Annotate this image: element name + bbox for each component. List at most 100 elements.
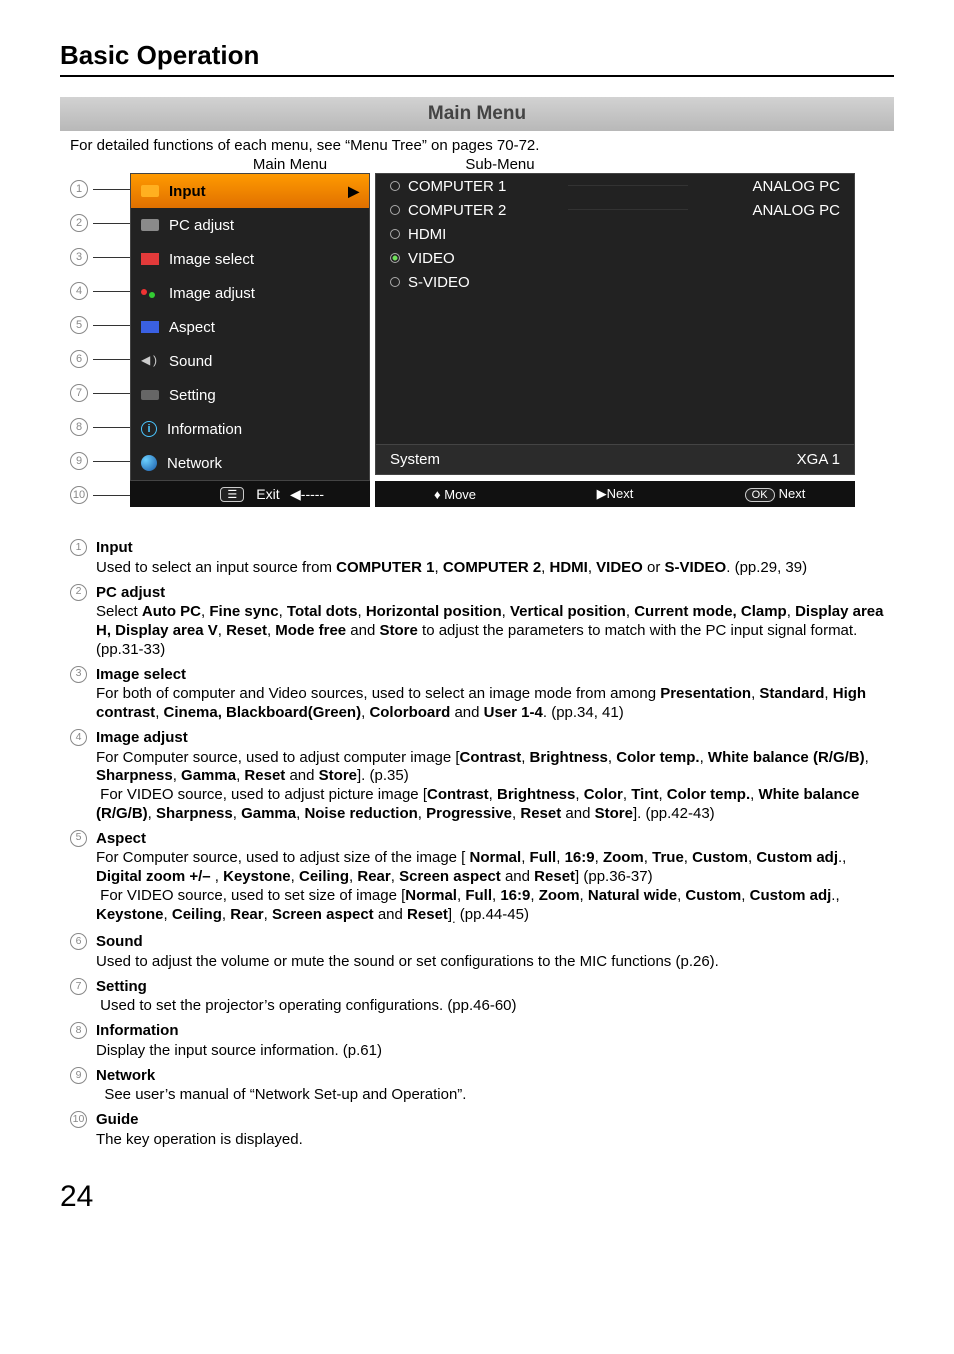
desc-title: Input bbox=[96, 539, 807, 558]
adj-icon bbox=[141, 286, 159, 300]
sub-menu-item-s-video[interactable]: S-VIDEO bbox=[376, 270, 854, 294]
main-menu-item-sound[interactable]: Sound bbox=[131, 344, 369, 378]
guide-row: ♦ Move ▶Next OKNext bbox=[375, 481, 855, 507]
label-sub-menu: Sub-Menu bbox=[410, 156, 590, 173]
callout-5: 5 bbox=[70, 316, 88, 334]
callout-2: 2 bbox=[70, 214, 88, 232]
desc-number: 10 bbox=[70, 1111, 87, 1128]
desc-number: 1 bbox=[70, 539, 87, 556]
asp-icon bbox=[141, 321, 159, 333]
desc-body: Used to select an input source from COMP… bbox=[96, 559, 807, 578]
desc-number: 6 bbox=[70, 933, 87, 950]
desc-title: Guide bbox=[96, 1111, 303, 1130]
sub-menu-item-hdmi[interactable]: HDMI bbox=[376, 222, 854, 246]
page-number: 24 bbox=[60, 1180, 894, 1214]
desc-body: For Computer source, used to adjust size… bbox=[96, 849, 894, 927]
main-menu-label: Sound bbox=[169, 353, 212, 370]
callout-9: 9 bbox=[70, 452, 88, 470]
radio-icon bbox=[390, 277, 400, 287]
radio-icon bbox=[390, 229, 400, 239]
sub-menu-label: COMPUTER 2 bbox=[408, 202, 506, 219]
main-menu-item-image-adjust[interactable]: Image adjust bbox=[131, 276, 369, 310]
desc-title: Network bbox=[96, 1067, 466, 1086]
sub-menu-value: ANALOG PC bbox=[752, 178, 840, 195]
desc-number: 4 bbox=[70, 729, 87, 746]
description-item-6: 6SoundUsed to adjust the volume or mute … bbox=[70, 933, 894, 972]
description-item-7: 7 Setting Used to set the projector’s ope… bbox=[70, 978, 894, 1017]
main-menu-item-pc-adjust[interactable]: PC adjust bbox=[131, 208, 369, 242]
main-menu-label: Network bbox=[167, 455, 222, 472]
desc-body: Display the input source information. (p… bbox=[96, 1042, 382, 1061]
sub-menu-label: HDMI bbox=[408, 226, 446, 243]
desc-title: Setting bbox=[96, 978, 517, 997]
desc-body: Used to set the projector’s operating co… bbox=[96, 997, 517, 1016]
main-menu-item-information[interactable]: iInformation bbox=[131, 412, 369, 446]
main-menu-label: Image select bbox=[169, 251, 254, 268]
sub-menu-item-computer-2[interactable]: COMPUTER 2 ANALOG PC bbox=[376, 198, 854, 222]
main-menu-item-network[interactable]: Network bbox=[131, 446, 369, 480]
main-menu-item-image-select[interactable]: Image select bbox=[131, 242, 369, 276]
sub-menu-item-computer-1[interactable]: COMPUTER 1 ANALOG PC bbox=[376, 174, 854, 198]
callout-1: 1 bbox=[70, 180, 88, 198]
desc-title: Aspect bbox=[96, 830, 894, 849]
callout-7: 7 bbox=[70, 384, 88, 402]
arrow-right-icon: ▶ bbox=[597, 486, 607, 501]
callout-4: 4 bbox=[70, 282, 88, 300]
menu-pill-icon: ☰ bbox=[220, 487, 244, 502]
main-menu-item-aspect[interactable]: Aspect bbox=[131, 310, 369, 344]
desc-number: 8 bbox=[70, 1022, 87, 1039]
description-item-2: 2PC adjustSelect Auto PC, Fine sync, Tot… bbox=[70, 584, 894, 660]
description-item-1: 1 InputUsed to select an input source fro… bbox=[70, 539, 894, 578]
sub-menu-label: COMPUTER 1 bbox=[408, 178, 506, 195]
desc-body: See user’s manual of “Network Set-up and… bbox=[96, 1086, 466, 1105]
title-bar: Main Menu bbox=[60, 97, 894, 131]
system-label: System bbox=[390, 451, 440, 468]
radio-icon bbox=[390, 181, 400, 191]
desc-title: PC adjust bbox=[96, 584, 894, 603]
arrow-right-icon: ▶ bbox=[348, 183, 359, 200]
arrow-left-icon: ◀ bbox=[290, 486, 301, 503]
description-item-4: 4 Image adjustFor Computer source, used t… bbox=[70, 729, 894, 824]
move-icon: ♦ bbox=[434, 487, 441, 502]
label-main-menu: Main Menu bbox=[170, 156, 410, 173]
main-menu-label: Input bbox=[169, 183, 206, 200]
detailed-note: For detailed functions of each menu, see… bbox=[70, 137, 894, 154]
description-item-9: 9 Network See user’s manual of “Network S… bbox=[70, 1067, 894, 1106]
desc-body: For both of computer and Video sources, … bbox=[96, 685, 894, 723]
description-item-5: 5 AspectFor Computer source, used to adju… bbox=[70, 830, 894, 928]
main-menu-panel: Input ▶ PC adjust Image select Image adjust A… bbox=[130, 173, 370, 481]
main-menu-item-setting[interactable]: Setting bbox=[131, 378, 369, 412]
desc-body: Used to adjust the volume or mute the so… bbox=[96, 953, 719, 972]
info-icon: i bbox=[141, 421, 157, 437]
system-row: System XGA 1 bbox=[376, 444, 854, 474]
desc-number: 5 bbox=[70, 830, 87, 847]
main-menu-label: Aspect bbox=[169, 319, 215, 336]
net-icon bbox=[141, 455, 157, 471]
main-menu-label: Image adjust bbox=[169, 285, 255, 302]
main-menu-item-input[interactable]: Input ▶ bbox=[131, 174, 369, 208]
desc-number: 3 bbox=[70, 666, 87, 683]
sub-menu-value: ANALOG PC bbox=[752, 202, 840, 219]
sel-icon bbox=[141, 253, 159, 265]
desc-body: The key operation is displayed. bbox=[96, 1131, 303, 1150]
callout-3: 3 bbox=[70, 248, 88, 266]
snd-icon bbox=[141, 354, 159, 368]
description-item-3: 3Image selectFor both of computer and Vi… bbox=[70, 666, 894, 723]
desc-title: Image adjust bbox=[96, 729, 894, 748]
main-menu-label: PC adjust bbox=[169, 217, 234, 234]
desc-title: Information bbox=[96, 1022, 382, 1041]
system-value: XGA 1 bbox=[797, 451, 840, 468]
pc-icon bbox=[141, 219, 159, 231]
description-item-10: 10 GuideThe key operation is displayed. bbox=[70, 1111, 894, 1150]
desc-number: 9 bbox=[70, 1067, 87, 1084]
menu-screenshot: 12345678910 Input▶PC adjustImage selectI… bbox=[70, 173, 894, 533]
main-menu-label: Setting bbox=[169, 387, 216, 404]
callout-6: 6 bbox=[70, 350, 88, 368]
desc-body: Select Auto PC, Fine sync, Total dots, H… bbox=[96, 603, 894, 659]
radio-icon bbox=[390, 253, 400, 263]
ok-pill-icon: OK bbox=[745, 488, 775, 502]
desc-body: For Computer source, used to adjust comp… bbox=[96, 749, 894, 824]
radio-icon bbox=[390, 205, 400, 215]
desc-number: 7 bbox=[70, 978, 87, 995]
sub-menu-item-video[interactable]: VIDEO bbox=[376, 246, 854, 270]
